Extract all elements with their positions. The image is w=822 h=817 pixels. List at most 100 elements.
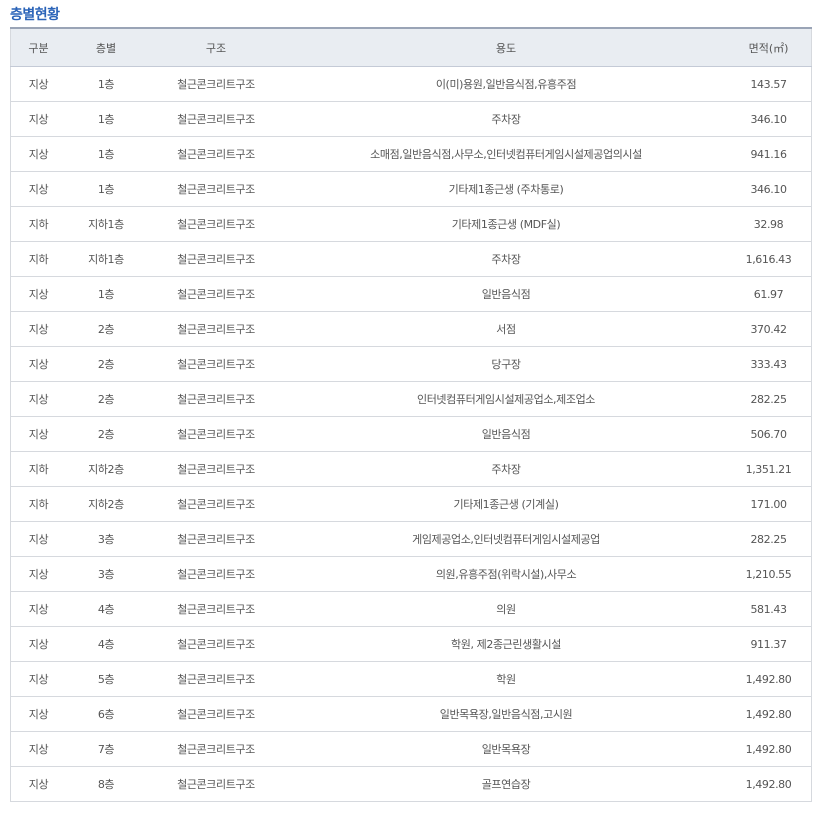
cell-gubun: 지하: [10, 206, 66, 242]
cell-floor: 1층: [66, 171, 146, 207]
cell-use: 주차장: [286, 241, 726, 277]
cell-structure: 철근콘크리트구조: [146, 381, 286, 417]
cell-floor: 1층: [66, 276, 146, 312]
table-row: 지하 지하2층 철근콘크리트구조 기타제1종근생 (기계실) 171.00: [10, 486, 812, 522]
cell-area: 911.37: [726, 626, 812, 662]
cell-structure: 철근콘크리트구조: [146, 661, 286, 697]
cell-floor: 8층: [66, 766, 146, 802]
cell-floor: 지하1층: [66, 206, 146, 242]
cell-floor: 3층: [66, 521, 146, 557]
table-row: 지상 3층 철근콘크리트구조 의원,유흥주점(위락시설),사무소 1,210.55: [10, 556, 812, 592]
cell-area: 346.10: [726, 171, 812, 207]
cell-use: 주차장: [286, 101, 726, 137]
cell-structure: 철근콘크리트구조: [146, 696, 286, 732]
cell-area: 1,351.21: [726, 451, 812, 487]
floor-status-table: 구분 층별 구조 용도 면적(㎡) 지상 1층 철근콘크리트구조 이(미)용원,일반음…: [10, 27, 812, 802]
cell-gubun: 지상: [10, 626, 66, 662]
cell-gubun: 지상: [10, 311, 66, 347]
table-row: 지하 지하1층 철근콘크리트구조 기타제1종근생 (MDF실) 32.98: [10, 206, 812, 242]
header-area: 면적(㎡): [726, 28, 812, 67]
cell-structure: 철근콘크리트구조: [146, 66, 286, 102]
header-gubun: 구분: [10, 28, 66, 67]
table-row: 지상 2층 철근콘크리트구조 인터넷컴퓨터게임시설제공업소,제조업소 282.25: [10, 381, 812, 417]
cell-use: 의원,유흥주점(위락시설),사무소: [286, 556, 726, 592]
cell-floor: 4층: [66, 591, 146, 627]
table-row: 지상 5층 철근콘크리트구조 학원 1,492.80: [10, 661, 812, 697]
table-row: 지하 지하2층 철근콘크리트구조 주차장 1,351.21: [10, 451, 812, 487]
cell-area: 1,492.80: [726, 661, 812, 697]
cell-area: 333.43: [726, 346, 812, 382]
cell-gubun: 지상: [10, 731, 66, 767]
cell-structure: 철근콘크리트구조: [146, 591, 286, 627]
cell-floor: 1층: [66, 66, 146, 102]
cell-use: 당구장: [286, 346, 726, 382]
floor-status-table-wrapper: 구분 층별 구조 용도 면적(㎡) 지상 1층 철근콘크리트구조 이(미)용원,일반음…: [10, 27, 812, 802]
cell-structure: 철근콘크리트구조: [146, 731, 286, 767]
cell-structure: 철근콘크리트구조: [146, 171, 286, 207]
table-row: 지상 8층 철근콘크리트구조 골프연습장 1,492.80: [10, 766, 812, 802]
table-row: 지하 지하1층 철근콘크리트구조 주차장 1,616.43: [10, 241, 812, 277]
cell-gubun: 지하: [10, 451, 66, 487]
cell-structure: 철근콘크리트구조: [146, 556, 286, 592]
header-structure: 구조: [146, 28, 286, 67]
cell-structure: 철근콘크리트구조: [146, 311, 286, 347]
cell-floor: 6층: [66, 696, 146, 732]
cell-use: 일반음식점: [286, 276, 726, 312]
cell-floor: 4층: [66, 626, 146, 662]
cell-use: 일반목욕장,일반음식점,고시원: [286, 696, 726, 732]
cell-area: 1,492.80: [726, 696, 812, 732]
cell-area: 282.25: [726, 521, 812, 557]
cell-gubun: 지상: [10, 101, 66, 137]
cell-use: 이(미)용원,일반음식점,유흥주점: [286, 66, 726, 102]
table-row: 지상 2층 철근콘크리트구조 당구장 333.43: [10, 346, 812, 382]
cell-gubun: 지상: [10, 136, 66, 172]
cell-area: 581.43: [726, 591, 812, 627]
cell-structure: 철근콘크리트구조: [146, 451, 286, 487]
cell-gubun: 지상: [10, 346, 66, 382]
cell-area: 1,492.80: [726, 766, 812, 802]
cell-area: 171.00: [726, 486, 812, 522]
table-row: 지상 1층 철근콘크리트구조 소매점,일반음식점,사무소,인터넷컴퓨터게임시설제공업의…: [10, 136, 812, 172]
cell-area: 282.25: [726, 381, 812, 417]
cell-use: 주차장: [286, 451, 726, 487]
cell-floor: 지하2층: [66, 486, 146, 522]
cell-structure: 철근콘크리트구조: [146, 241, 286, 277]
cell-floor: 2층: [66, 346, 146, 382]
cell-area: 1,492.80: [726, 731, 812, 767]
cell-floor: 2층: [66, 381, 146, 417]
cell-structure: 철근콘크리트구조: [146, 416, 286, 452]
cell-gubun: 지상: [10, 591, 66, 627]
cell-floor: 1층: [66, 101, 146, 137]
cell-floor: 7층: [66, 731, 146, 767]
cell-gubun: 지하: [10, 241, 66, 277]
cell-area: 1,616.43: [726, 241, 812, 277]
cell-use: 인터넷컴퓨터게임시설제공업소,제조업소: [286, 381, 726, 417]
table-row: 지상 6층 철근콘크리트구조 일반목욕장,일반음식점,고시원 1,492.80: [10, 696, 812, 732]
cell-floor: 지하1층: [66, 241, 146, 277]
cell-area: 941.16: [726, 136, 812, 172]
cell-use: 일반목욕장: [286, 731, 726, 767]
cell-structure: 철근콘크리트구조: [146, 766, 286, 802]
cell-use: 기타제1종근생 (MDF실): [286, 206, 726, 242]
cell-use: 일반음식점: [286, 416, 726, 452]
table-row: 지상 1층 철근콘크리트구조 주차장 346.10: [10, 101, 812, 137]
cell-use: 학원, 제2종근린생활시설: [286, 626, 726, 662]
table-row: 지상 3층 철근콘크리트구조 게임제공업소,인터넷컴퓨터게임시설제공업 282.25: [10, 521, 812, 557]
cell-floor: 2층: [66, 311, 146, 347]
table-row: 지상 1층 철근콘크리트구조 이(미)용원,일반음식점,유흥주점 143.57: [10, 66, 812, 102]
table-row: 지상 1층 철근콘크리트구조 기타제1종근생 (주차통로) 346.10: [10, 171, 812, 207]
cell-gubun: 지상: [10, 521, 66, 557]
cell-use: 기타제1종근생 (주차통로): [286, 171, 726, 207]
cell-area: 346.10: [726, 101, 812, 137]
cell-floor: 1층: [66, 136, 146, 172]
cell-use: 기타제1종근생 (기계실): [286, 486, 726, 522]
table-row: 지상 4층 철근콘크리트구조 의원 581.43: [10, 591, 812, 627]
cell-structure: 철근콘크리트구조: [146, 276, 286, 312]
cell-use: 의원: [286, 591, 726, 627]
header-floor: 층별: [66, 28, 146, 67]
cell-floor: 2층: [66, 416, 146, 452]
cell-gubun: 지상: [10, 416, 66, 452]
cell-structure: 철근콘크리트구조: [146, 101, 286, 137]
header-row: 구분 층별 구조 용도 면적(㎡): [10, 28, 812, 67]
header-use: 용도: [286, 28, 726, 67]
